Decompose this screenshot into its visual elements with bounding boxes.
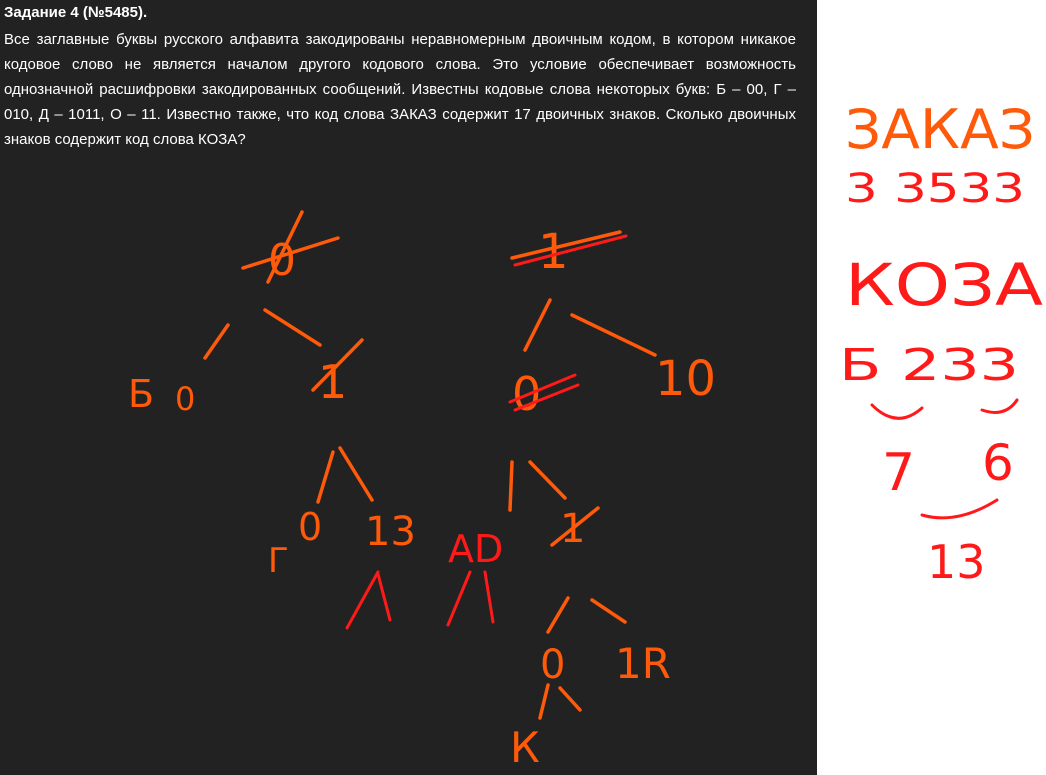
bottom-zero: 0 xyxy=(540,642,565,688)
red-line-d-1 xyxy=(446,570,472,627)
branch-k-1 xyxy=(538,683,550,720)
total-13: 13 xyxy=(927,535,986,589)
sum-left: 7 xyxy=(882,443,915,503)
branch-01-right xyxy=(338,446,374,502)
right-right-value: 10 xyxy=(655,351,716,407)
notes-sketch: ЗАКАЗ 3 3533 КОЗА Б 233 7 6 13 xyxy=(839,98,1043,589)
branch-k-2 xyxy=(558,686,582,712)
branch-01-left xyxy=(316,450,335,504)
code-b: 0 xyxy=(175,380,195,418)
red-line-a-1 xyxy=(345,570,380,630)
word-koza: КОЗА xyxy=(845,251,1043,319)
branch-right-right xyxy=(570,313,657,357)
koza-code-lengths: Б 233 xyxy=(839,340,1019,391)
branch-mid-left xyxy=(546,596,570,634)
bottom-1r: 1R xyxy=(615,639,671,688)
label-b: Б xyxy=(128,372,154,416)
label-ad: АD xyxy=(448,527,503,571)
branch-left-to-b xyxy=(203,323,230,360)
branch-rl-left xyxy=(508,460,514,512)
brace-right xyxy=(980,398,1019,414)
zakaz-code-lengths: 3 3533 xyxy=(845,166,1025,212)
word-zakaz: ЗАКАЗ xyxy=(845,98,1035,161)
branch-right-left xyxy=(523,298,552,352)
brace-left xyxy=(870,403,924,420)
code-g: 0 xyxy=(298,505,322,549)
code-tree-sketch: 0 Б 0 1 Г 0 13 1 0 10 АD 1 0 1R К xyxy=(128,210,716,772)
number-13: 13 xyxy=(365,509,416,555)
right-root-strike-2 xyxy=(513,234,628,267)
branch-left-to-1 xyxy=(263,308,322,347)
sum-right: 6 xyxy=(982,434,1014,492)
branch-rl-right xyxy=(528,460,567,500)
red-line-d-2 xyxy=(483,570,495,624)
branch-mid-right xyxy=(590,598,627,624)
label-k: К xyxy=(510,723,540,772)
brace-bottom xyxy=(920,498,999,520)
red-line-a-2 xyxy=(376,572,392,622)
label-g: Г xyxy=(268,541,289,581)
